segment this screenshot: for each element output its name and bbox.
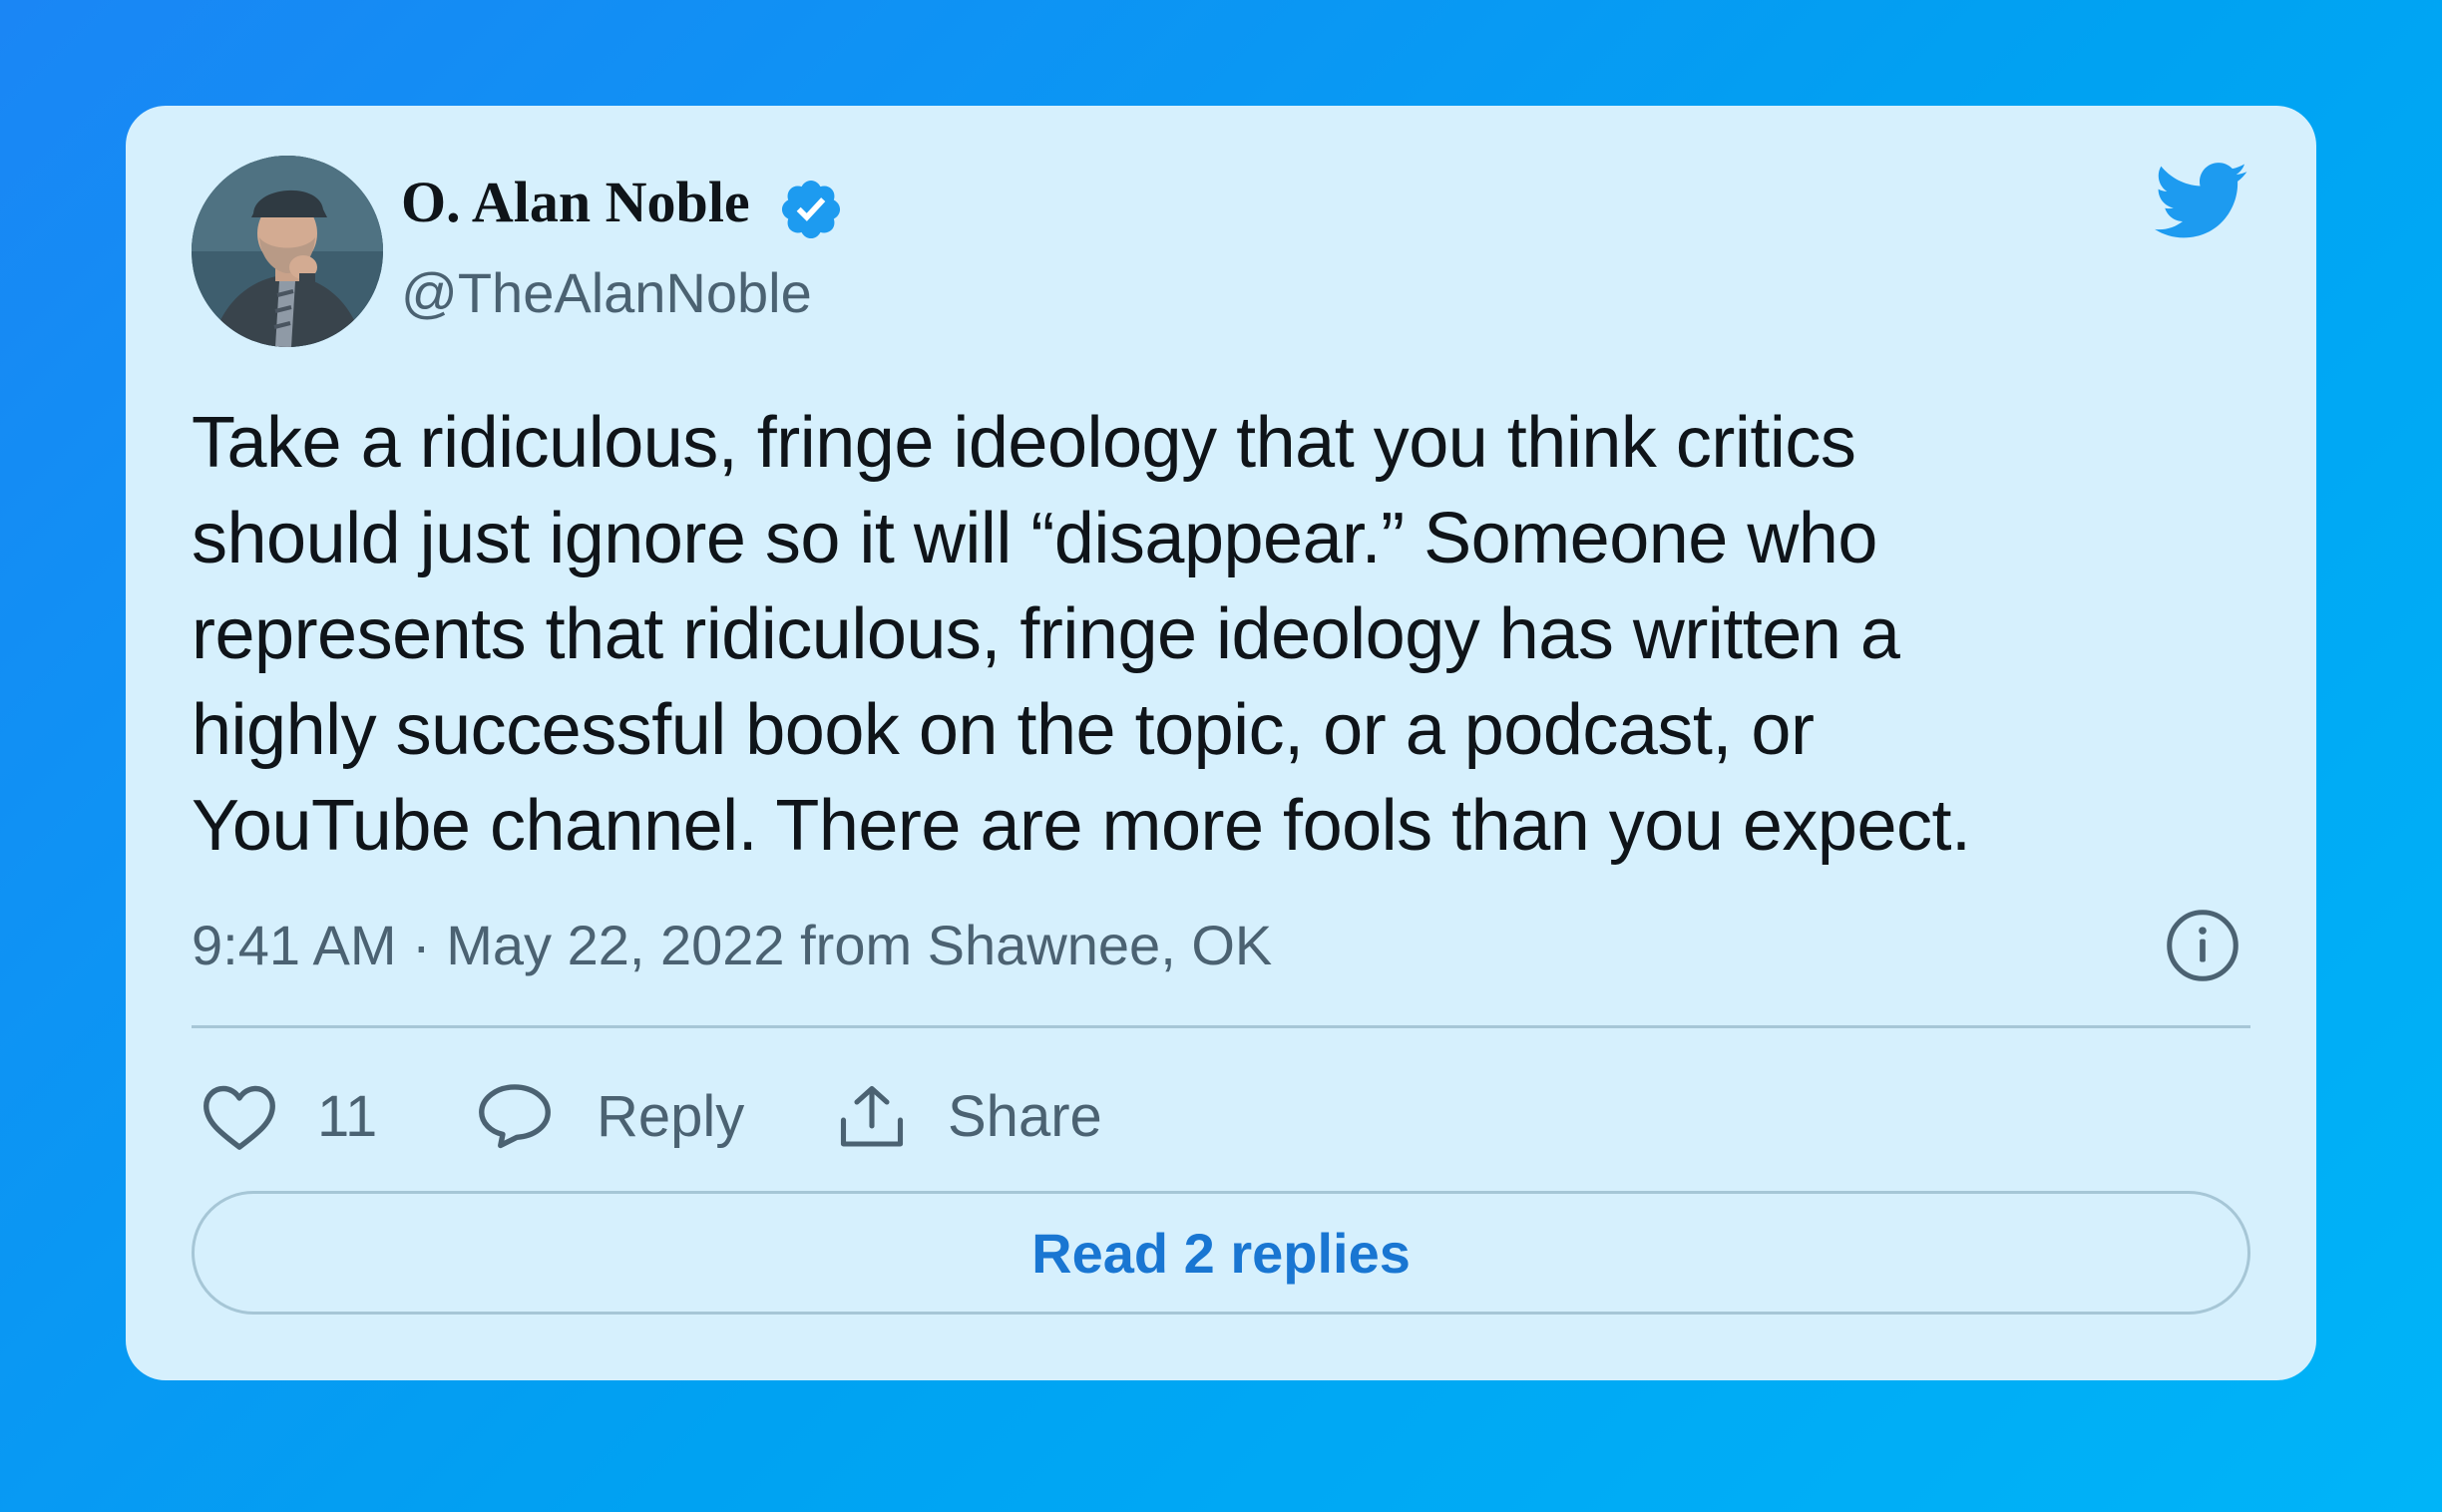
author-handle[interactable]: @TheAlanNoble	[401, 265, 812, 321]
reply-label: Reply	[597, 1084, 745, 1149]
speech-bubble-icon	[479, 1084, 551, 1149]
tweet-text: Take a ridiculous, fringe ideology that …	[192, 395, 2276, 874]
tweet-text-line: YouTube channel. There are more fools th…	[192, 786, 1971, 866]
author-name[interactable]: O. Alan Noble	[401, 174, 750, 231]
twitter-bird-icon[interactable]	[2155, 162, 2248, 241]
tweet-card: O. Alan Noble @TheAlanNoble Take a ridic…	[126, 106, 2316, 1380]
avatar[interactable]	[192, 156, 383, 347]
like-count: 11	[317, 1084, 378, 1149]
tweet-text-line: highly successful book on the topic, or …	[192, 690, 1815, 770]
info-icon[interactable]	[2165, 908, 2240, 983]
tweet-text-line: should just ignore so it will “disappear…	[192, 499, 1877, 578]
share-label: Share	[948, 1084, 1102, 1149]
read-replies-button[interactable]: Read 2 replies	[192, 1191, 2250, 1315]
tweet-text-line: represents that ridiculous, fringe ideol…	[192, 594, 1900, 674]
reply-button[interactable]: Reply	[477, 1077, 744, 1157]
like-button[interactable]: 11	[202, 1077, 377, 1157]
tweet-text-line: Take a ridiculous, fringe ideology that …	[192, 403, 1856, 483]
heart-icon	[204, 1085, 275, 1150]
verified-badge-icon	[781, 180, 841, 239]
share-button[interactable]: Share	[836, 1077, 1102, 1157]
tweet-timestamp-location[interactable]: 9:41 AM · May 22, 2022 from Shawnee, OK	[192, 918, 1272, 973]
share-upload-icon	[840, 1085, 904, 1147]
divider	[192, 1025, 2250, 1028]
